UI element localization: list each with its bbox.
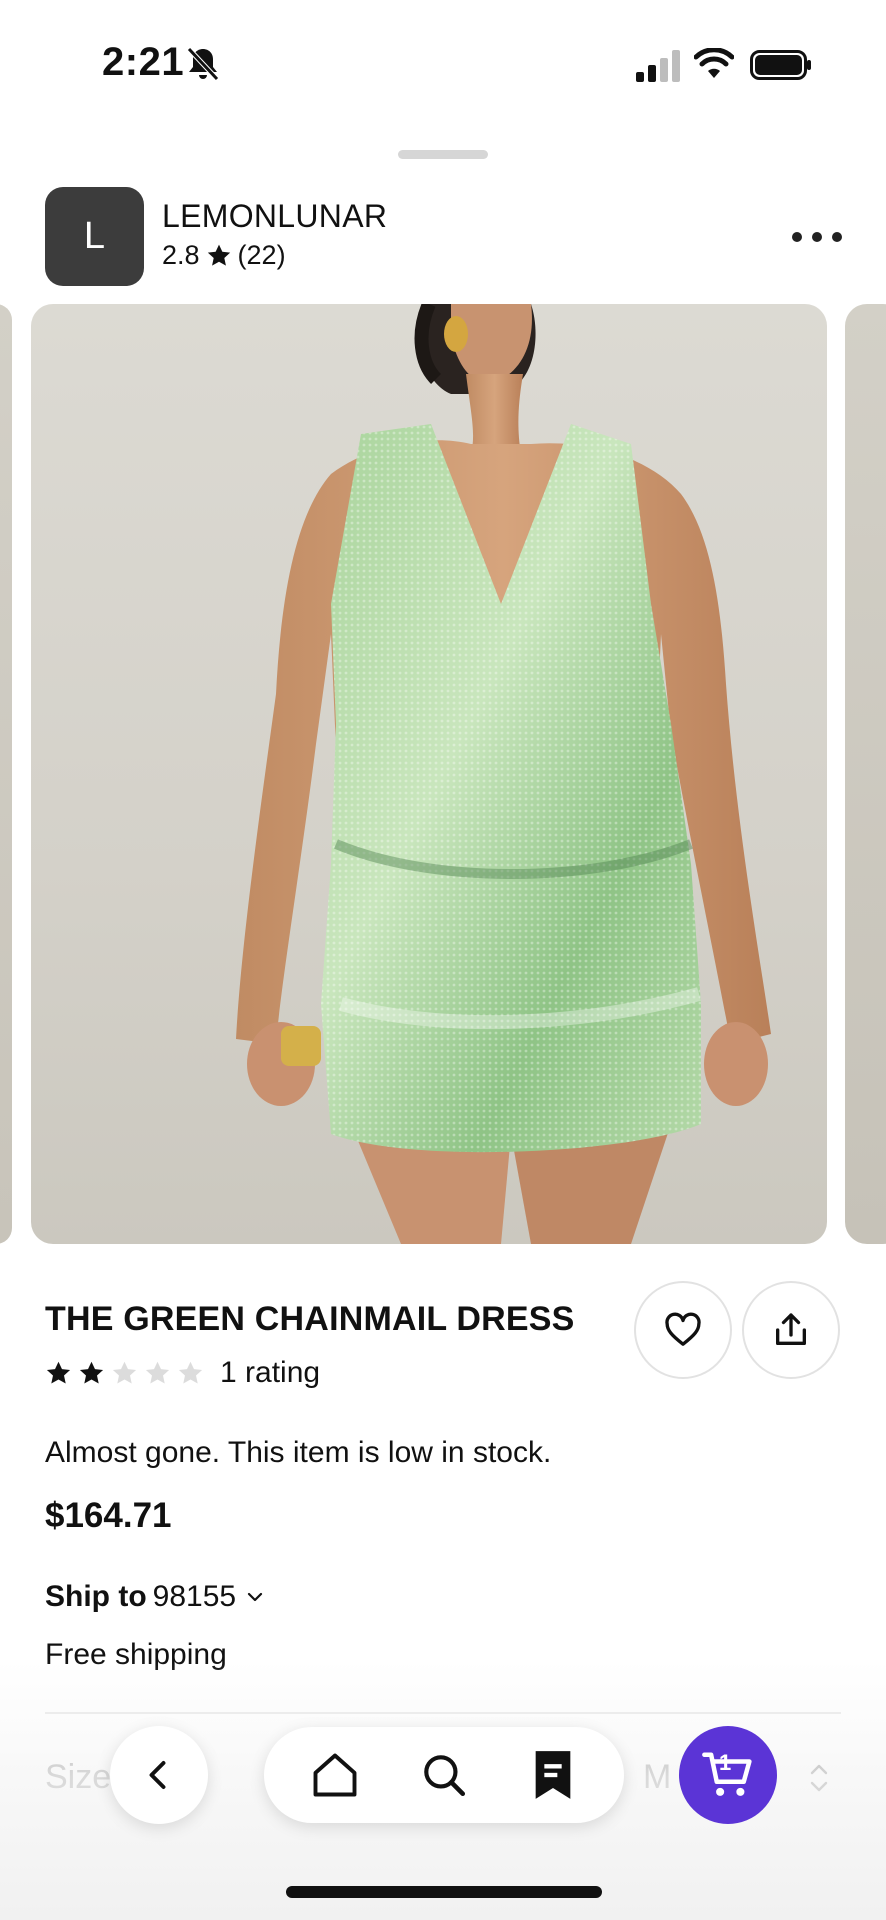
receipt-icon (535, 1751, 571, 1799)
product-title: THE GREEN CHAINMAIL DRESS (45, 1300, 575, 1338)
bottom-nav (264, 1727, 624, 1823)
battery-icon (750, 50, 811, 80)
search-icon (424, 1755, 466, 1797)
home-indicator[interactable] (286, 1886, 602, 1898)
star-empty-icon (178, 1361, 203, 1384)
star-empty-icon (112, 1361, 137, 1384)
share-button[interactable] (742, 1281, 840, 1379)
chevron-down-icon (247, 1592, 263, 1602)
shop-rating-value: 2.8 (162, 240, 200, 270)
dot-icon (832, 232, 842, 242)
home-button[interactable] (305, 1745, 365, 1805)
sheet-grabber[interactable] (398, 150, 488, 159)
divider (45, 1712, 841, 1714)
signal-icon (636, 50, 680, 82)
search-button[interactable] (414, 1745, 474, 1805)
shop-avatar[interactable]: L (45, 187, 144, 286)
status-bar: 2:21 (0, 0, 886, 130)
favorite-button[interactable] (634, 1281, 732, 1379)
back-icon (149, 1761, 166, 1789)
product-image[interactable] (31, 304, 827, 1244)
heart-icon (665, 1312, 701, 1346)
star-filled-icon (46, 1361, 71, 1384)
size-label: Size (45, 1758, 112, 1796)
share-icon (776, 1313, 806, 1345)
rating-count-label: 1 rating (220, 1356, 321, 1389)
previous-image-peek[interactable] (0, 304, 12, 1244)
next-image-peek[interactable] (845, 304, 886, 1244)
status-time: 2:21 (102, 40, 185, 84)
wifi-icon (694, 48, 734, 78)
ship-to-selector[interactable]: Ship to 98155 (45, 1580, 264, 1614)
home-icon (313, 1753, 357, 1797)
price: $164.71 (45, 1496, 172, 1535)
free-shipping-label: Free shipping (45, 1638, 227, 1671)
star-empty-icon (145, 1361, 170, 1384)
ship-to-label: Ship to (45, 1580, 147, 1613)
shop-name[interactable]: LEMONLUNAR (162, 198, 387, 235)
stock-message: Almost gone. This item is low in stock. (45, 1436, 552, 1469)
more-options-button[interactable] (792, 220, 842, 254)
shop-review-count: (22) (237, 240, 286, 270)
star-filled-icon (79, 1361, 104, 1384)
dot-icon (812, 232, 822, 242)
dot-icon (792, 232, 802, 242)
cart-button[interactable]: 1 (679, 1726, 777, 1824)
product-rating[interactable]: 1 rating (45, 1356, 320, 1390)
shop-rating: 2.8 (22) (162, 240, 286, 271)
star-icon (207, 244, 230, 266)
dress-illustration (236, 304, 771, 1244)
bell-slash-icon (187, 47, 219, 81)
receipt-button[interactable] (523, 1745, 583, 1805)
chevron-up-down-icon[interactable] (808, 1760, 830, 1796)
ship-zip: 98155 (152, 1580, 237, 1613)
back-button[interactable] (110, 1726, 208, 1824)
size-select[interactable]: M (643, 1758, 671, 1797)
cart-count-badge: 1 (719, 1750, 732, 1775)
